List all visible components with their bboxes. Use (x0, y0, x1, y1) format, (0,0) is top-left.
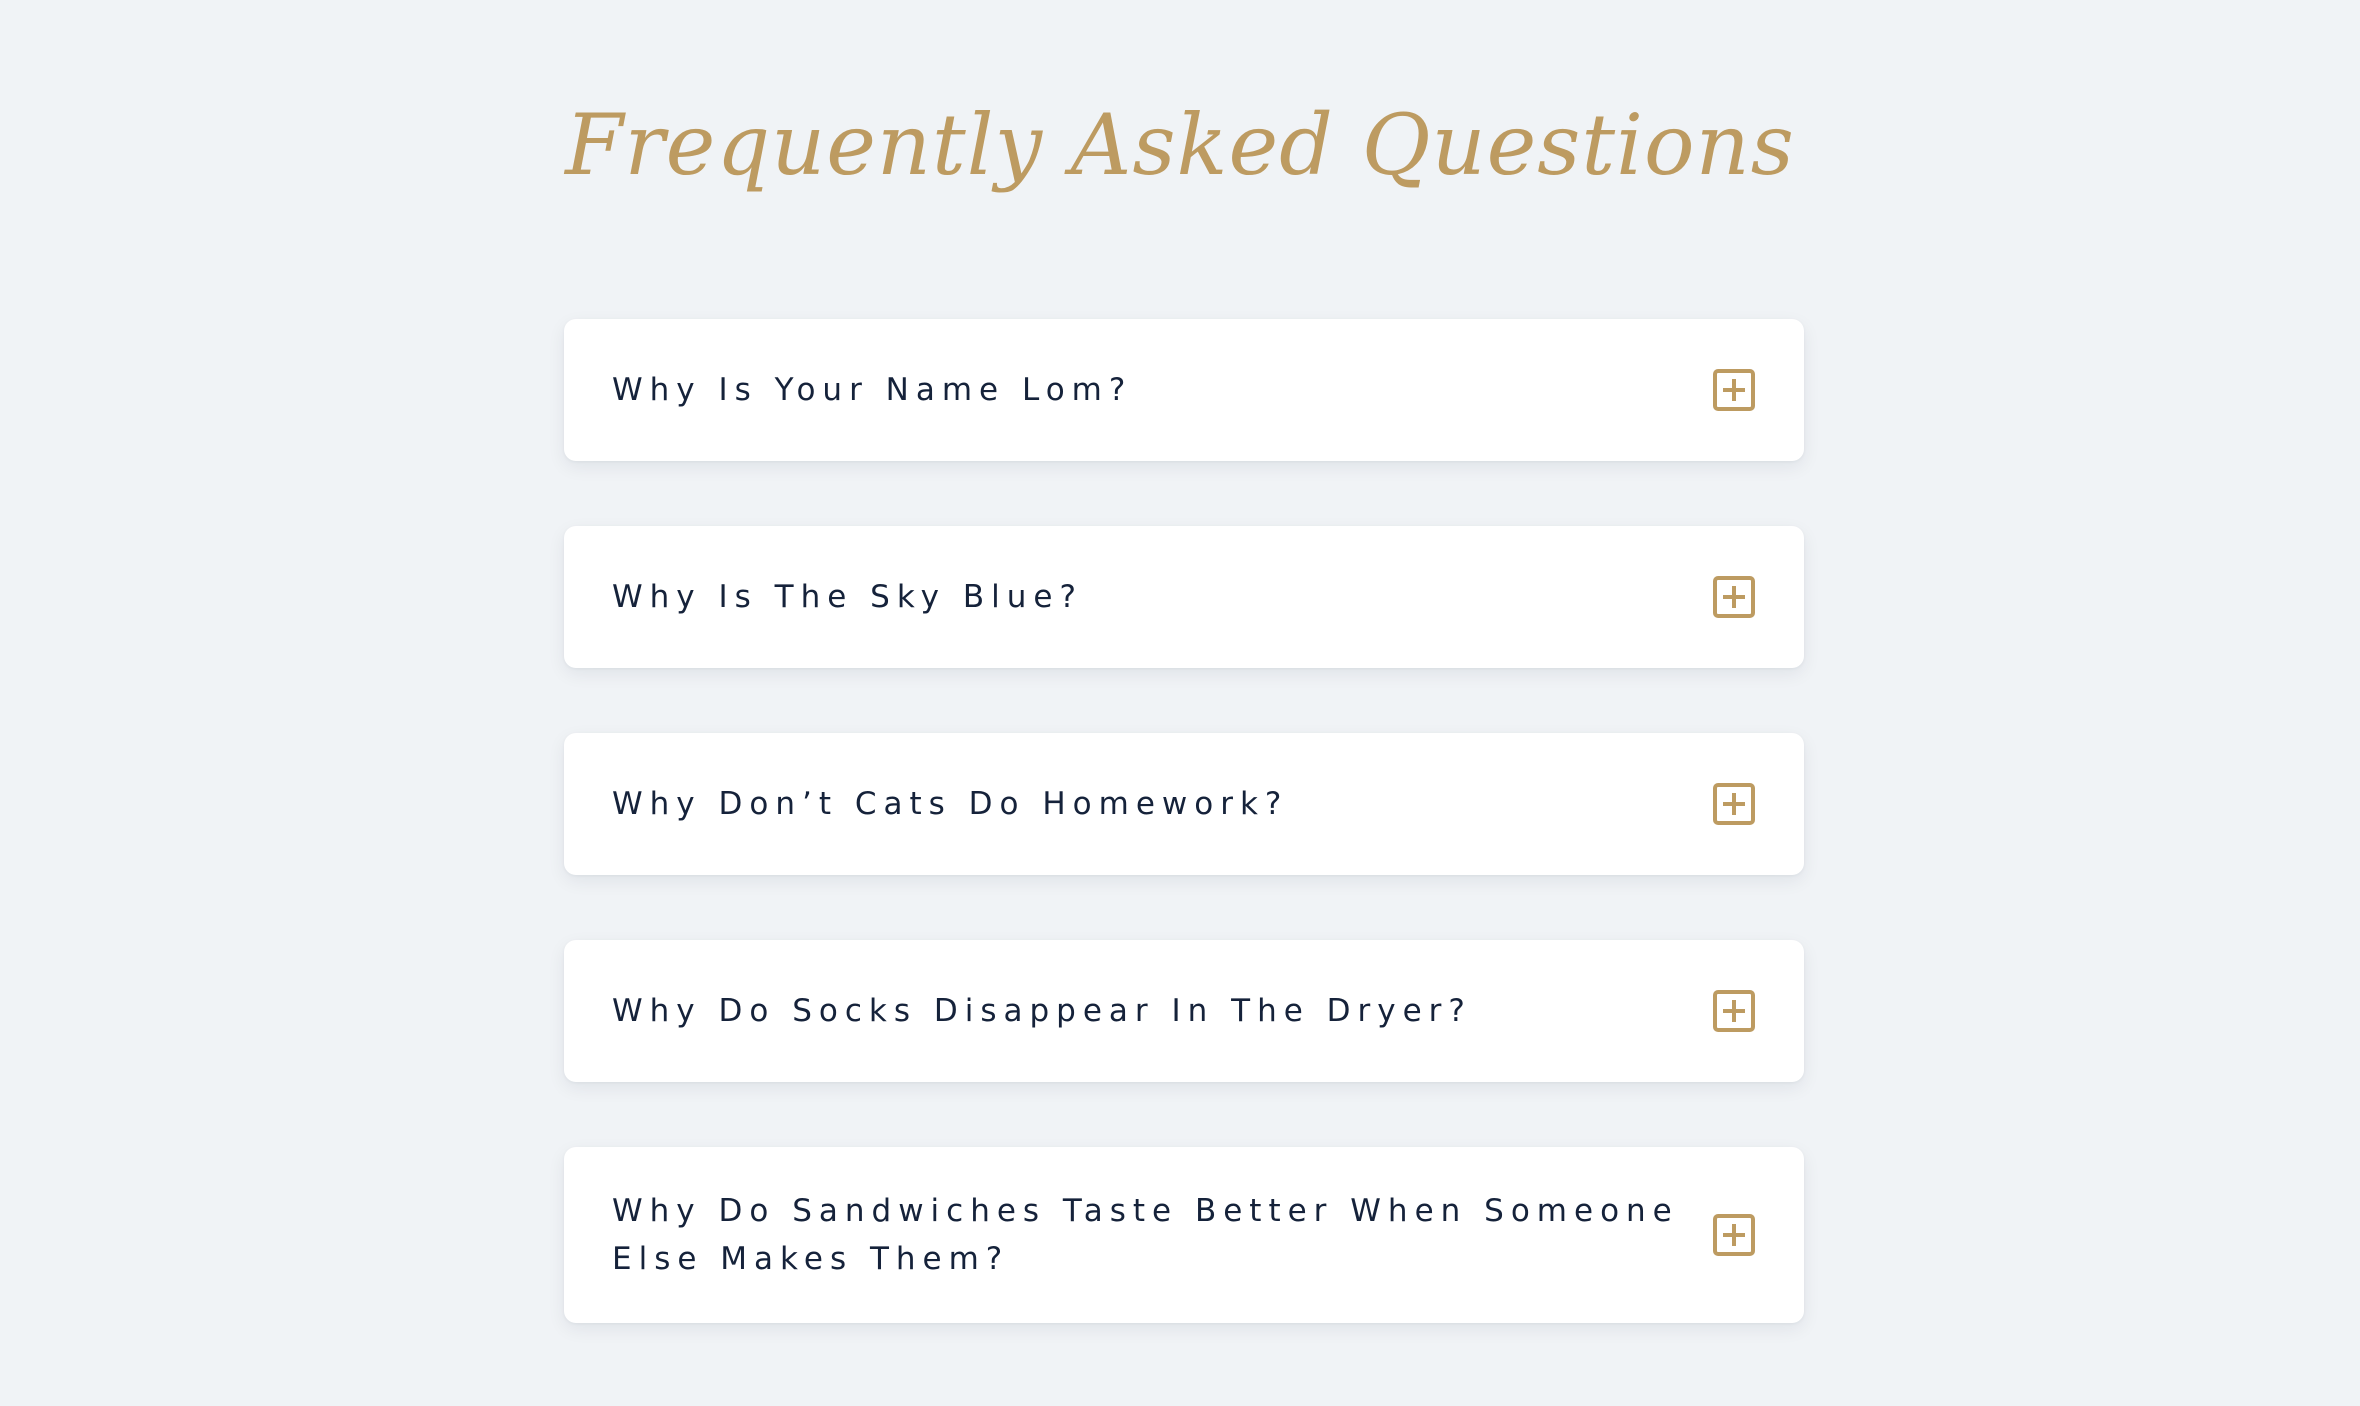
plus-square-icon[interactable] (1712, 575, 1756, 619)
plus-square-icon[interactable] (1712, 989, 1756, 1033)
faq-question: Why Is The Sky Blue? (612, 579, 1083, 615)
faq-question: Why Don’t Cats Do Homework? (612, 786, 1289, 822)
faq-item[interactable]: Why Do Sandwiches Taste Better When Some… (564, 1147, 1804, 1323)
plus-square-icon[interactable] (1712, 1213, 1756, 1257)
faq-question: Why Do Socks Disappear In The Dryer? (612, 993, 1472, 1029)
faq-item[interactable]: Why Do Socks Disappear In The Dryer? (564, 940, 1804, 1082)
plus-square-icon[interactable] (1712, 782, 1756, 826)
faq-question: Why Do Sandwiches Taste Better When Some… (612, 1193, 1679, 1277)
faq-item[interactable]: Why Is Your Name Lom? (564, 319, 1804, 461)
faq-item[interactable]: Why Is The Sky Blue? (564, 526, 1804, 668)
faq-item[interactable]: Why Don’t Cats Do Homework? (564, 733, 1804, 875)
page-title: Frequently Asked Questions (565, 96, 1795, 194)
plus-square-icon[interactable] (1712, 368, 1756, 412)
faq-question: Why Is Your Name Lom? (612, 372, 1133, 408)
faq-list: Why Is Your Name Lom? Why Is The Sky Blu… (564, 319, 1804, 1388)
